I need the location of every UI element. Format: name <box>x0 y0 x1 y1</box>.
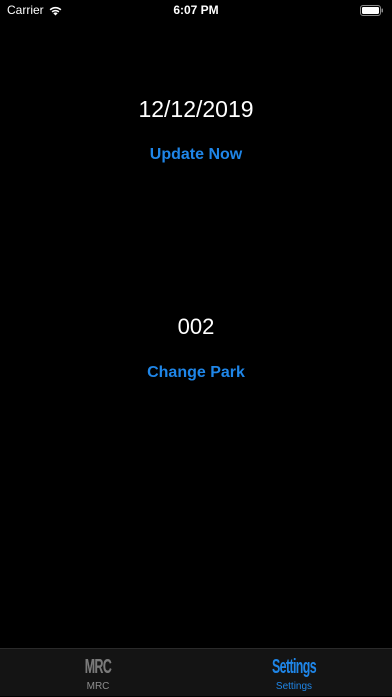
update-now-button[interactable]: Update Now <box>96 146 296 170</box>
tab-mrc-label: MRC <box>86 681 110 692</box>
tab-settings[interactable]: Settings Settings <box>196 649 392 697</box>
tab-mrc[interactable]: MRC MRC <box>0 649 196 697</box>
park-number: 002 <box>177 314 215 339</box>
change-park-button[interactable]: Change Park <box>96 364 296 388</box>
mrc-icon: MRC <box>84 656 112 678</box>
update-date: 12/12/2019 <box>138 96 254 122</box>
status-time: 6:07 PM <box>173 3 219 17</box>
tab-bar: MRC MRC Settings Settings <box>0 648 392 696</box>
settings-icon: Settings <box>272 656 317 678</box>
tab-settings-label: Settings <box>275 681 313 692</box>
status-bar: Carrier 6:07 PM <box>0 0 392 22</box>
battery-icon <box>360 5 383 16</box>
